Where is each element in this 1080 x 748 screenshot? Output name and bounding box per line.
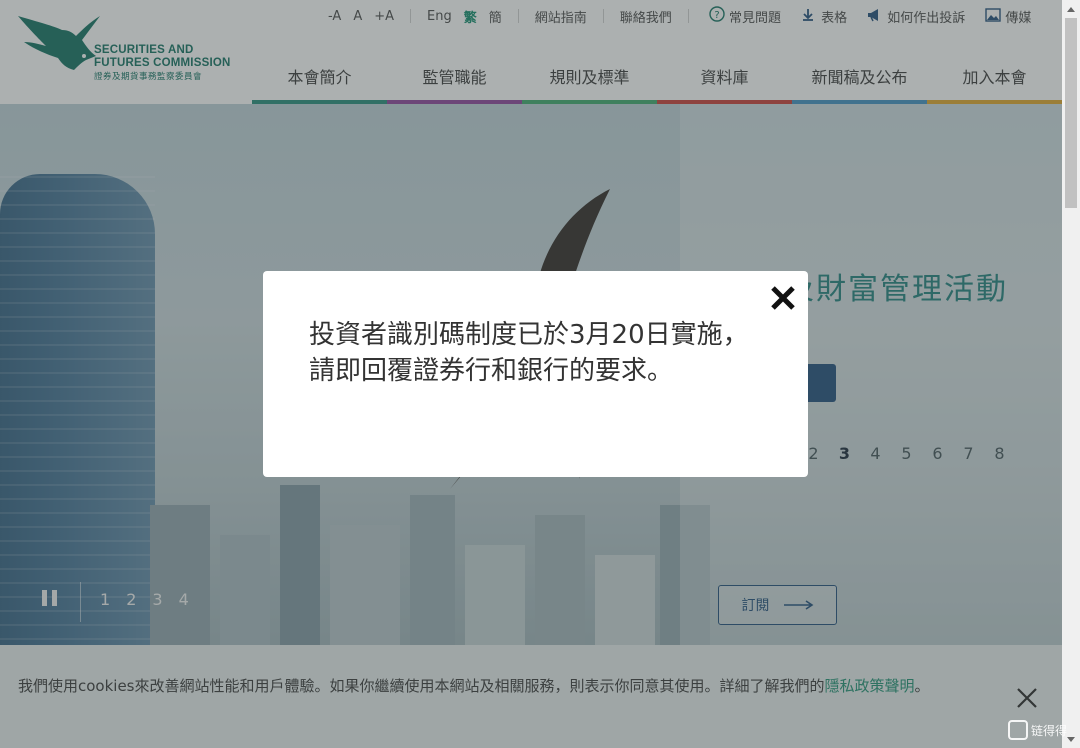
scroll-thumb[interactable] xyxy=(1065,18,1077,208)
chevron-down-icon xyxy=(1067,736,1075,742)
watermark-text: 链得得 xyxy=(1031,723,1068,738)
close-icon xyxy=(771,286,795,310)
modal-close-button[interactable] xyxy=(768,283,798,313)
modal-message: 投資者識別碼制度已於3月20日實施，請即回覆證券行和銀行的要求。 xyxy=(309,320,749,386)
scroll-up-button[interactable] xyxy=(1062,0,1080,17)
chevron-up-icon xyxy=(1067,6,1075,12)
watermark-logo: 链得得 xyxy=(1008,716,1068,744)
page-scrollbar[interactable] xyxy=(1062,0,1080,748)
announcement-modal: 投資者識別碼制度已於3月20日實施，請即回覆證券行和銀行的要求。 xyxy=(263,271,808,477)
watermark-icon xyxy=(1008,720,1028,740)
